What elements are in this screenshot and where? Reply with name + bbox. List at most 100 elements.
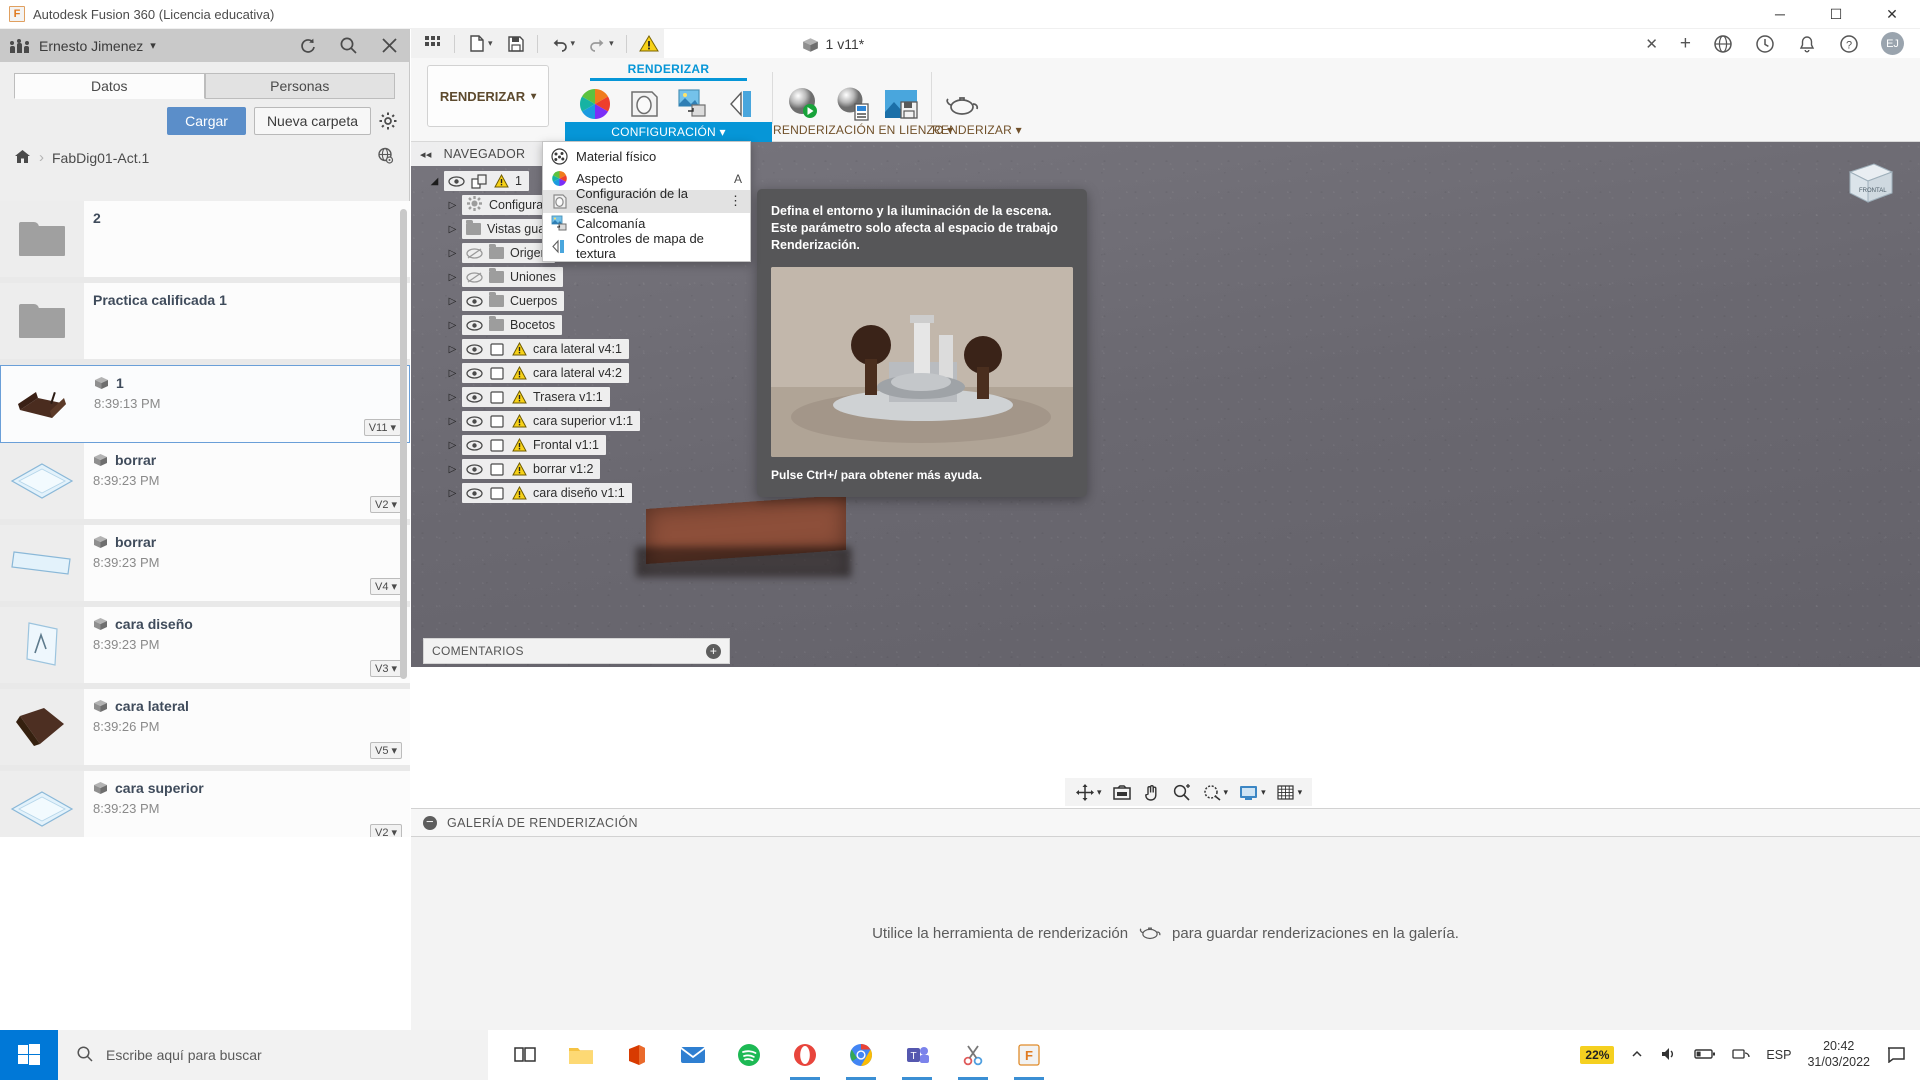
home-icon[interactable]: [14, 149, 31, 167]
chrome-icon[interactable]: [838, 1030, 884, 1080]
workspace-selector[interactable]: RENDERIZAR ▾: [427, 65, 549, 127]
orbit-icon[interactable]: ▾: [1071, 781, 1106, 804]
fit-icon[interactable]: ▾: [1198, 781, 1233, 804]
notification-icon[interactable]: [1886, 1045, 1906, 1066]
list-item[interactable]: Practica calificada 1: [0, 283, 410, 365]
task-view-icon[interactable]: [502, 1030, 548, 1080]
minimize-button[interactable]: ─: [1752, 0, 1808, 29]
bell-icon[interactable]: [1797, 34, 1817, 54]
ribbon-group-label-lienzo[interactable]: RENDERIZACIÓN EN LIENZO ▾: [773, 123, 931, 137]
eye-icon[interactable]: [448, 176, 465, 187]
tab-personas[interactable]: Personas: [205, 73, 396, 99]
data-panel-scrollbar[interactable]: [400, 209, 407, 679]
configuration-dropdown-menu[interactable]: Material físico Aspecto A Configuración …: [542, 141, 751, 262]
search-icon[interactable]: [339, 36, 358, 55]
version-badge[interactable]: V3▾: [370, 660, 402, 677]
tree-row[interactable]: ▷ Uniones: [411, 267, 741, 287]
version-badge[interactable]: V2▾: [370, 824, 402, 837]
render-teapot-icon[interactable]: [942, 84, 982, 124]
render-gallery-bar[interactable]: − GALERÍA DE RENDERIZACIÓN: [411, 808, 1920, 837]
list-item[interactable]: cara lateral 8:39:26 PM V5▾: [0, 689, 410, 771]
tree-row[interactable]: ▷ cara lateral v4:1: [411, 339, 741, 359]
new-document-icon[interactable]: +: [1680, 33, 1691, 55]
close-button[interactable]: ✕: [1864, 0, 1920, 29]
data-panel-file-list[interactable]: 2 Practica calificada 1: [0, 201, 410, 837]
tree-row[interactable]: ▷ cara superior v1:1: [411, 411, 741, 431]
taskbar-search[interactable]: Escribe aquí para buscar: [58, 1030, 488, 1080]
avatar[interactable]: EJ: [1881, 32, 1904, 55]
new-folder-button[interactable]: Nueva carpeta: [254, 107, 371, 135]
texture-map-controls-icon[interactable]: [722, 84, 762, 124]
expand-arrow-icon[interactable]: ▷: [443, 248, 462, 259]
pan-hand-icon[interactable]: [1138, 781, 1166, 804]
zoom-icon[interactable]: [1168, 781, 1196, 804]
warning-triangle-icon[interactable]: [634, 32, 664, 55]
new-file-icon[interactable]: ▾: [462, 32, 498, 55]
list-item[interactable]: 2: [0, 201, 410, 283]
file-explorer-icon[interactable]: [558, 1030, 604, 1080]
minus-circle-icon[interactable]: −: [423, 816, 437, 830]
expand-arrow-icon[interactable]: ▷: [443, 464, 462, 475]
breadcrumb-path[interactable]: FabDig01-Act.1: [52, 150, 149, 166]
render-settings-icon[interactable]: [832, 84, 872, 124]
menu-item-controles-textura[interactable]: Controles de mapa de textura: [543, 235, 750, 258]
globe-icon[interactable]: [377, 147, 395, 168]
undo-icon[interactable]: ▾: [545, 32, 581, 55]
expand-arrow-icon[interactable]: ▷: [443, 200, 462, 211]
expand-arrow-icon[interactable]: ▷: [443, 320, 462, 331]
eye-icon[interactable]: [466, 344, 483, 355]
battery-icon[interactable]: [1694, 1047, 1716, 1064]
expand-arrow-icon[interactable]: ▷: [443, 488, 462, 499]
version-badge[interactable]: V5▾: [370, 742, 402, 759]
ribbon-group-label-renderizar[interactable]: RENDERIZAR ▾: [932, 123, 992, 137]
tree-row[interactable]: ▷ borrar v1:2: [411, 459, 741, 479]
tree-row[interactable]: ▷ Cuerpos: [411, 291, 741, 311]
save-icon[interactable]: [501, 32, 530, 55]
add-comment-icon[interactable]: +: [706, 644, 721, 659]
version-badge[interactable]: V11▾: [364, 419, 401, 436]
collapse-left-icon[interactable]: ◂◂: [420, 148, 432, 161]
decal-icon[interactable]: [673, 84, 713, 124]
mail-icon[interactable]: [670, 1030, 716, 1080]
display-mode-icon[interactable]: ▾: [1234, 781, 1270, 804]
tree-row[interactable]: ▷ cara diseño v1:1: [411, 483, 741, 503]
refresh-icon[interactable]: [298, 36, 317, 55]
version-badge[interactable]: V4▾: [370, 578, 402, 595]
document-tab[interactable]: 1 v11*: [802, 36, 865, 52]
expand-arrow-icon[interactable]: ▷: [443, 392, 462, 403]
windows-start-icon[interactable]: [0, 1030, 58, 1080]
eye-icon[interactable]: [466, 392, 483, 403]
scissors-icon[interactable]: [950, 1030, 996, 1080]
expand-arrow-icon[interactable]: ▷: [443, 344, 462, 355]
question-icon[interactable]: ?: [1839, 34, 1859, 54]
language-indicator[interactable]: ESP: [1766, 1048, 1791, 1062]
appearance-color-wheel-icon[interactable]: [575, 84, 615, 124]
user-name[interactable]: Ernesto Jimenez: [39, 38, 143, 54]
eye-icon[interactable]: [466, 440, 483, 451]
eye-icon[interactable]: [466, 296, 483, 307]
upload-button[interactable]: Cargar: [167, 107, 246, 135]
volume-icon[interactable]: [1660, 1046, 1678, 1065]
eye-icon[interactable]: [466, 488, 483, 499]
spotify-icon[interactable]: [726, 1030, 772, 1080]
maximize-button[interactable]: ☐: [1808, 0, 1864, 29]
chevron-up-icon[interactable]: [1630, 1047, 1644, 1064]
list-item[interactable]: borrar 8:39:23 PM V4▾: [0, 525, 410, 607]
tree-row[interactable]: ▷ Frontal v1:1: [411, 435, 741, 455]
ribbon-group-label-configuracion[interactable]: CONFIGURACIÓN ▾: [565, 122, 772, 142]
display-settings-icon[interactable]: [1108, 781, 1136, 804]
close-document-icon[interactable]: ✕: [1645, 35, 1658, 53]
close-panel-icon[interactable]: [380, 36, 399, 55]
clock-icon[interactable]: [1755, 34, 1775, 54]
eye-off-icon[interactable]: [466, 248, 483, 259]
list-item-selected[interactable]: 1 8:39:13 PM V11▾: [0, 365, 410, 443]
comments-bar[interactable]: COMENTARIOS +: [423, 638, 730, 664]
expand-arrow-icon[interactable]: ▷: [443, 272, 462, 283]
battery-percent-badge[interactable]: 22%: [1580, 1046, 1614, 1064]
viewcube[interactable]: FRONTAL: [1836, 154, 1898, 210]
grid-snap-icon[interactable]: ▾: [1272, 781, 1307, 804]
physical-material-icon[interactable]: [624, 84, 664, 124]
eye-icon[interactable]: [466, 320, 483, 331]
chevron-down-icon[interactable]: ▾: [150, 39, 156, 52]
expand-arrow-icon[interactable]: ◢: [425, 176, 444, 187]
